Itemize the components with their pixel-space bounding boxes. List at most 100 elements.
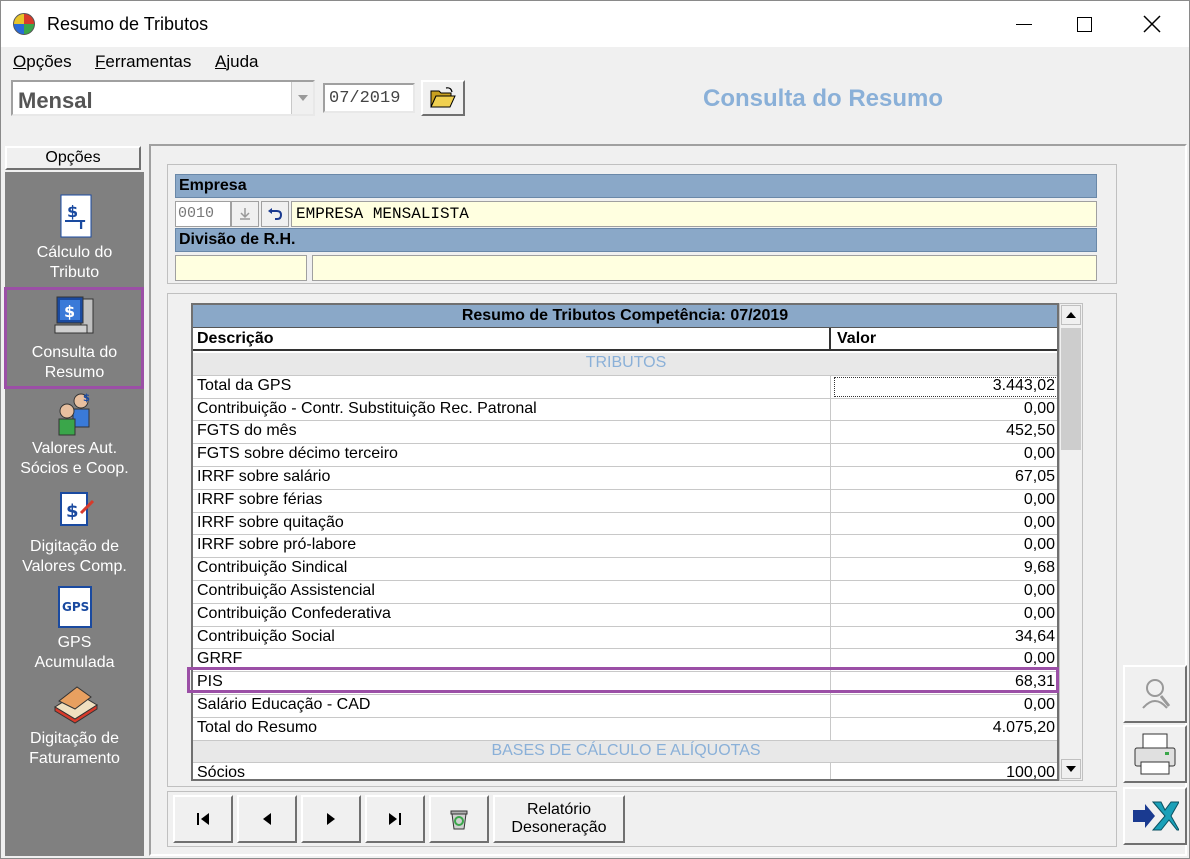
table-row[interactable]: Total do Resumo 4.075,20 xyxy=(193,717,1057,741)
valor-cell: 34,64 xyxy=(1014,627,1055,645)
maximize-icon xyxy=(1076,16,1092,32)
period-type-value: Mensal xyxy=(18,88,93,113)
divisao-name-field xyxy=(312,255,1097,281)
svg-text:GPS: GPS xyxy=(62,600,89,614)
sidebar-item-label: Faturamento xyxy=(29,750,120,767)
valor-cell: 100,00 xyxy=(1006,764,1055,781)
valor-cell: 0,00 xyxy=(1023,695,1055,713)
previous-record-button[interactable] xyxy=(237,795,297,843)
sidebar-item-valores-aut[interactable]: $ Valores Aut. Sócios e Coop. xyxy=(5,389,144,479)
sidebar-item-digitacao-valores[interactable]: $ Digitação de Valores Comp. xyxy=(5,487,144,577)
last-record-button[interactable] xyxy=(365,795,425,843)
descricao-cell: TRIBUTOS xyxy=(585,354,667,371)
download-arrow-icon xyxy=(240,208,250,220)
valor-cell: 0,00 xyxy=(1023,490,1055,508)
partners-icon: $ xyxy=(51,389,99,437)
valor-cell: 4.075,20 xyxy=(992,718,1055,736)
first-record-button[interactable] xyxy=(173,795,233,843)
grid-title: Resumo de Tributos Competência: 07/2019 xyxy=(193,305,1057,328)
table-row[interactable]: IRRF sobre salário 67,05 xyxy=(193,466,1057,490)
menu-bar: Opções Ferramentas Ajuda xyxy=(1,49,1189,75)
sidebar-item-calculo[interactable]: $ T Cálculo do Tributo xyxy=(5,193,144,283)
valor-cell: 0,00 xyxy=(1023,581,1055,599)
descricao-cell: FGTS do mês xyxy=(193,421,831,444)
sidebar-item-label: Digitação de xyxy=(30,538,119,555)
table-row[interactable]: FGTS sobre décimo terceiro 0,00 xyxy=(193,444,1057,467)
maximize-button[interactable] xyxy=(1061,1,1107,47)
descricao-cell: Contribuição Social xyxy=(193,626,831,649)
menu-ajuda[interactable]: Ajuda xyxy=(215,52,258,72)
sidebar-item-label: Cálculo do xyxy=(36,244,113,261)
gps-icon: GPS xyxy=(51,583,99,631)
clear-button[interactable] xyxy=(429,795,489,843)
column-header-descricao[interactable]: Descrição xyxy=(193,328,831,349)
sidebar-item-label: Sócios e Coop. xyxy=(20,460,129,477)
table-row[interactable]: Salário Educação - CAD 0,00 xyxy=(193,694,1057,718)
table-row[interactable]: Sócios 100,00 xyxy=(193,763,1057,781)
printer-icon xyxy=(1134,733,1176,775)
print-button[interactable] xyxy=(1123,725,1187,783)
svg-text:$: $ xyxy=(83,393,90,404)
menu-ferramentas[interactable]: Ferramentas xyxy=(95,52,191,72)
empresa-lookup-button[interactable] xyxy=(231,201,259,227)
descricao-cell: IRRF sobre salário xyxy=(193,466,831,489)
sidebar-item-digitacao-faturamento[interactable]: Digitação de Faturamento xyxy=(5,679,144,769)
sidebar-item-label: GPS xyxy=(57,634,92,651)
table-row[interactable]: Contribuição Sindical 9,68 xyxy=(193,558,1057,581)
relatorio-desoneracao-button[interactable]: Relatório Desoneração xyxy=(493,795,625,843)
grid-body: TRIBUTOS Total da GPS 3.443,02 Contribuição… xyxy=(193,353,1057,781)
close-button[interactable] xyxy=(1129,1,1175,47)
skip-first-icon xyxy=(197,813,209,825)
tributos-grid[interactable]: Resumo de Tributos Competência: 07/2019 … xyxy=(191,303,1059,781)
divisao-code-input[interactable] xyxy=(175,255,307,281)
grid-section-row[interactable]: TRIBUTOS xyxy=(193,353,1057,376)
table-row[interactable]: Contribuição Assistencial 0,00 xyxy=(193,580,1057,604)
period-type-select[interactable]: Mensal xyxy=(11,80,315,116)
descricao-cell: Total da GPS xyxy=(193,375,831,398)
person-search-icon xyxy=(1142,679,1171,709)
valor-cell: 0,00 xyxy=(1023,604,1055,622)
column-header-valor[interactable]: Valor xyxy=(833,328,1057,349)
empresa-code-input[interactable]: 0010 xyxy=(175,201,231,227)
exit-button[interactable] xyxy=(1123,787,1187,845)
close-icon xyxy=(1143,15,1161,33)
period-type-dropdown-button[interactable] xyxy=(291,82,313,114)
table-row[interactable]: IRRF sobre quitação 0,00 xyxy=(193,512,1057,536)
minimize-button[interactable] xyxy=(1001,1,1047,47)
arrow-up-icon xyxy=(1066,312,1076,318)
table-row[interactable]: Contribuição Confederativa 0,00 xyxy=(193,603,1057,627)
table-row[interactable]: IRRF sobre pró-labore 0,00 xyxy=(193,535,1057,559)
scroll-up-button[interactable] xyxy=(1061,305,1081,325)
scroll-thumb[interactable] xyxy=(1061,328,1081,450)
descricao-cell: Total do Resumo xyxy=(193,717,831,740)
descricao-cell: IRRF sobre pró-labore xyxy=(193,535,831,558)
valor-cell: 9,68 xyxy=(1023,559,1055,577)
undo-icon xyxy=(268,208,283,220)
competencia-input[interactable]: 07/2019 xyxy=(323,83,415,113)
app-logo-icon xyxy=(13,13,35,35)
table-row[interactable]: IRRF sobre férias 0,00 xyxy=(193,489,1057,513)
grid-scrollbar[interactable] xyxy=(1059,303,1083,781)
table-row[interactable]: Contribuição Social 34,64 xyxy=(193,626,1057,650)
relatorio-label: Relatório xyxy=(526,801,592,818)
valor-cell: 0,00 xyxy=(1023,445,1055,463)
sidebar-item-gps-acumulada[interactable]: GPS GPS Acumulada xyxy=(5,583,144,673)
empresa-undo-button[interactable] xyxy=(261,201,289,227)
table-row[interactable]: FGTS do mês 452,50 xyxy=(193,421,1057,445)
next-record-button[interactable] xyxy=(301,795,361,843)
query-person-button[interactable] xyxy=(1123,665,1187,723)
sidebar-header: Opções xyxy=(5,146,141,170)
scroll-down-button[interactable] xyxy=(1061,759,1081,779)
skip-last-icon xyxy=(389,813,401,825)
valor-cell: 452,50 xyxy=(1006,422,1055,440)
table-row[interactable]: Total da GPS 3.443,02 xyxy=(193,375,1057,399)
valor-cell: 0,00 xyxy=(1023,536,1055,554)
menu-opcoes[interactable]: Opções xyxy=(13,52,72,72)
table-row[interactable]: Contribuição - Contr. Substituição Rec. … xyxy=(193,398,1057,422)
edit-values-icon: $ xyxy=(51,487,99,535)
desoneracao-label: Desoneração xyxy=(511,819,607,836)
divisao-label: Divisão de R.H. xyxy=(175,228,1097,252)
open-folder-button[interactable] xyxy=(421,80,465,116)
grid-section-row[interactable]: BASES DE CÁLCULO E ALÍQUOTAS xyxy=(193,740,1057,764)
minimize-icon xyxy=(1016,23,1032,25)
